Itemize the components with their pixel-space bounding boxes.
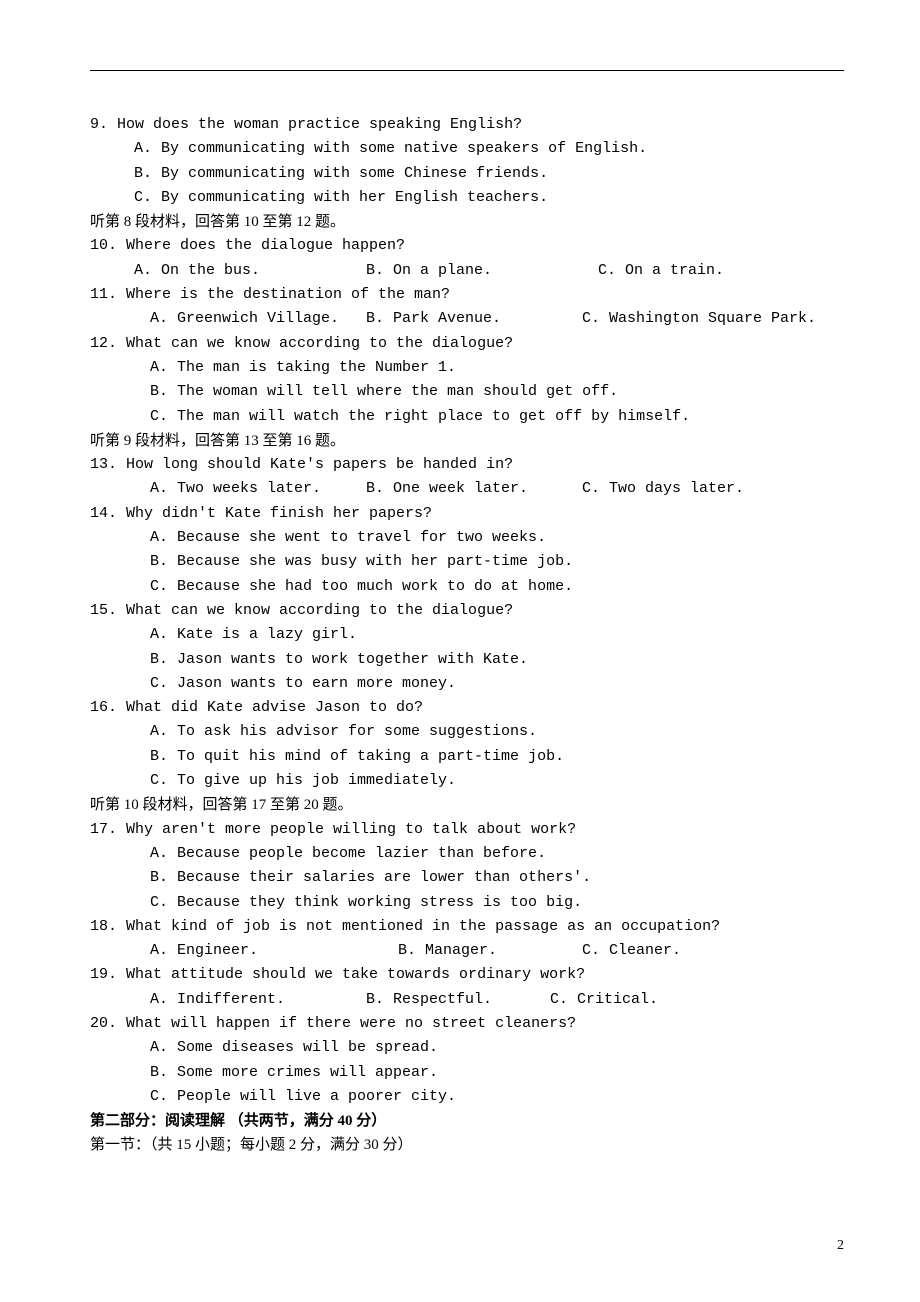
q18-opt-a: A. Engineer. <box>150 939 398 963</box>
q16-opt-b: B. To quit his mind of taking a part-tim… <box>90 745 844 769</box>
q11-opt-b: B. Park Avenue. <box>366 307 582 331</box>
q13-options: A. Two weeks later. B. One week later. C… <box>90 477 844 501</box>
q13-opt-c: C. Two days later. <box>582 477 844 501</box>
q15-opt-c: C. Jason wants to earn more money. <box>90 672 844 696</box>
exam-content: 9. How does the woman practice speaking … <box>90 113 844 1158</box>
q13-opt-b: B. One week later. <box>366 477 582 501</box>
q17-opt-b: B. Because their salaries are lower than… <box>90 866 844 890</box>
segment-10-instruction: 听第 10 段材料，回答第 17 至第 20 题。 <box>90 793 844 817</box>
q10-options: A. On the bus. B. On a plane. C. On a tr… <box>90 259 844 283</box>
q11-options: A. Greenwich Village. B. Park Avenue. C.… <box>90 307 844 331</box>
q20-stem: 20. What will happen if there were no st… <box>90 1012 844 1036</box>
q15-opt-b: B. Jason wants to work together with Kat… <box>90 648 844 672</box>
q10-stem: 10. Where does the dialogue happen? <box>90 234 844 258</box>
q16-stem: 16. What did Kate advise Jason to do? <box>90 696 844 720</box>
q15-opt-a: A. Kate is a lazy girl. <box>90 623 844 647</box>
q20-opt-b: B. Some more crimes will appear. <box>90 1061 844 1085</box>
q14-stem: 14. Why didn't Kate finish her papers? <box>90 502 844 526</box>
part2-header: 第二部分：阅读理解 （共两节，满分 40 分） <box>90 1109 844 1133</box>
q9-opt-b: B. By communicating with some Chinese fr… <box>90 162 844 186</box>
q12-opt-b: B. The woman will tell where the man sho… <box>90 380 844 404</box>
q9-opt-c: C. By communicating with her English tea… <box>90 186 844 210</box>
q17-stem: 17. Why aren't more people willing to ta… <box>90 818 844 842</box>
q17-opt-c: C. Because they think working stress is … <box>90 891 844 915</box>
q20-opt-a: A. Some diseases will be spread. <box>90 1036 844 1060</box>
q16-opt-a: A. To ask his advisor for some suggestio… <box>90 720 844 744</box>
q9-stem: 9. How does the woman practice speaking … <box>90 113 844 137</box>
q11-opt-c: C. Washington Square Park. <box>582 307 844 331</box>
q19-options: A. Indifferent. B. Respectful. C. Critic… <box>90 988 844 1012</box>
q10-opt-c: C. On a train. <box>598 259 844 283</box>
q12-opt-c: C. The man will watch the right place to… <box>90 405 844 429</box>
q14-opt-a: A. Because she went to travel for two we… <box>90 526 844 550</box>
q10-opt-b: B. On a plane. <box>366 259 598 283</box>
part2-subheader: 第一节：（共 15 小题；每小题 2 分，满分 30 分） <box>90 1133 844 1157</box>
q14-opt-c: C. Because she had too much work to do a… <box>90 575 844 599</box>
q19-stem: 19. What attitude should we take towards… <box>90 963 844 987</box>
q12-stem: 12. What can we know according to the di… <box>90 332 844 356</box>
q19-opt-a: A. Indifferent. <box>150 988 366 1012</box>
q18-opt-c: C. Cleaner. <box>582 939 844 963</box>
q18-options: A. Engineer. B. Manager. C. Cleaner. <box>90 939 844 963</box>
header-rule <box>90 70 844 71</box>
q19-opt-c: C. Critical. <box>550 988 844 1012</box>
q11-opt-a: A. Greenwich Village. <box>150 307 366 331</box>
q14-opt-b: B. Because she was busy with her part-ti… <box>90 550 844 574</box>
segment-8-instruction: 听第 8 段材料，回答第 10 至第 12 题。 <box>90 210 844 234</box>
q9-opt-a: A. By communicating with some native spe… <box>90 137 844 161</box>
q19-opt-b: B. Respectful. <box>366 988 550 1012</box>
q10-opt-a: A. On the bus. <box>134 259 366 283</box>
q18-stem: 18. What kind of job is not mentioned in… <box>90 915 844 939</box>
q13-opt-a: A. Two weeks later. <box>150 477 366 501</box>
q17-opt-a: A. Because people become lazier than bef… <box>90 842 844 866</box>
q16-opt-c: C. To give up his job immediately. <box>90 769 844 793</box>
q13-stem: 13. How long should Kate's papers be han… <box>90 453 844 477</box>
q11-stem: 11. Where is the destination of the man? <box>90 283 844 307</box>
q18-opt-b: B. Manager. <box>398 939 582 963</box>
segment-9-instruction: 听第 9 段材料，回答第 13 至第 16 题。 <box>90 429 844 453</box>
q15-stem: 15. What can we know according to the di… <box>90 599 844 623</box>
q12-opt-a: A. The man is taking the Number 1. <box>90 356 844 380</box>
page-number: 2 <box>837 1235 844 1258</box>
q20-opt-c: C. People will live a poorer city. <box>90 1085 844 1109</box>
